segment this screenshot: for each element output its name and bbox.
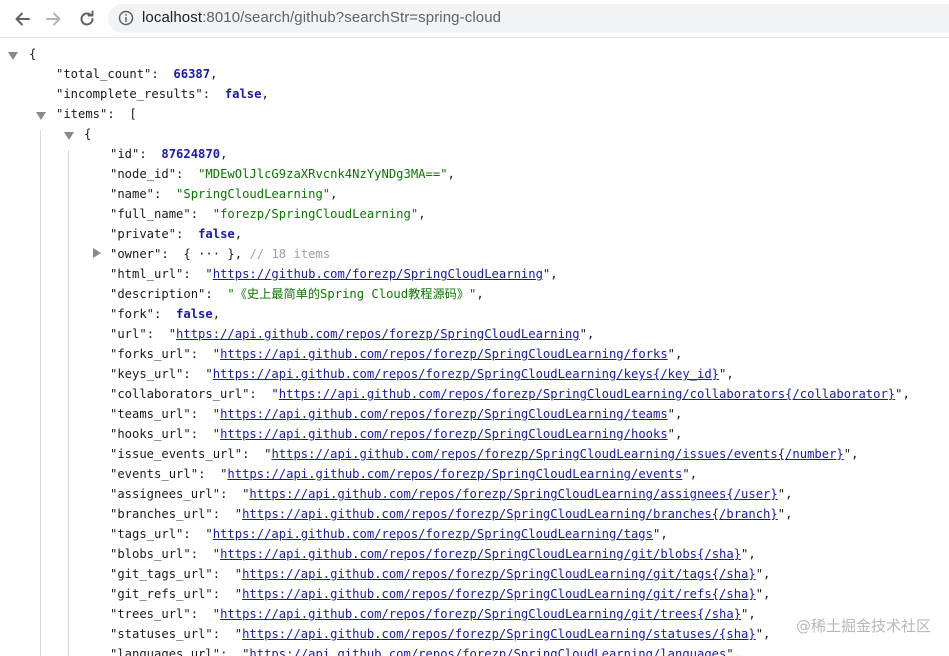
reload-icon[interactable] [76, 8, 98, 30]
forward-arrow-icon[interactable] [43, 8, 65, 30]
link[interactable]: https://api.github.com/repos/forezp/Spri… [249, 647, 726, 656]
link[interactable]: https://api.github.com/repos/forezp/Spri… [242, 627, 756, 641]
collapse-root-toggle[interactable] [8, 52, 18, 60]
value: "forezp/SpringCloudLearning" [212, 207, 419, 221]
link[interactable]: https://github.com/forezp/SpringCloudLea… [213, 267, 543, 281]
json-line-name: "name": "SpringCloudLearning", [110, 187, 338, 201]
json-line-incomplete-results: "incomplete_results": false, [56, 87, 269, 101]
link[interactable]: https://api.github.com/repos/forezp/Spri… [242, 567, 756, 581]
json-line-events-url: "events_url": "https://api.github.com/re… [110, 467, 698, 481]
address-bar[interactable]: localhost:8010/search/github?searchStr=s… [108, 4, 949, 33]
json-line-statuses-url: "statuses_url": "https://api.github.com/… [110, 627, 771, 641]
item-open-brace: { [84, 127, 92, 141]
json-line-tags-url: "tags_url": "https://api.github.com/repo… [110, 527, 668, 541]
json-line-description: "description": "《史上最简单的Spring Cloud教程源码》… [110, 287, 484, 301]
owner-collapsed[interactable]: { ··· } [183, 247, 234, 261]
link[interactable]: https://api.github.com/repos/forezp/Spri… [220, 607, 741, 621]
json-line-total-count: "total_count": 66387, [56, 67, 218, 81]
link[interactable]: https://api.github.com/repos/forezp/Spri… [271, 447, 843, 461]
json-viewer: { "total_count": 66387, "incomplete_resu… [0, 38, 949, 656]
watermark: @稀土掘金技术社区 [795, 617, 931, 635]
link[interactable]: https://api.github.com/repos/forezp/Spri… [213, 367, 719, 381]
link[interactable]: https://api.github.com/repos/forezp/Spri… [220, 427, 668, 441]
json-line-blobs-url: "blobs_url": "https://api.github.com/rep… [110, 547, 756, 561]
json-line-collaborators-url: "collaborators_url": "https://api.github… [110, 387, 910, 401]
value: false [224, 87, 262, 101]
link[interactable]: https://api.github.com/repos/forezp/Spri… [279, 387, 895, 401]
json-line-html-url: "html_url": "https://github.com/forezp/S… [110, 267, 558, 281]
link[interactable]: https://api.github.com/repos/forezp/Spri… [220, 407, 668, 421]
json-line-keys-url: "keys_url": "https://api.github.com/repo… [110, 367, 734, 381]
browser-toolbar: localhost:8010/search/github?searchStr=s… [0, 0, 949, 38]
json-line-issue-events-url: "issue_events_url": "https://api.github.… [110, 447, 859, 461]
json-line-hooks-url: "hooks_url": "https://api.github.com/rep… [110, 427, 683, 441]
link[interactable]: https://api.github.com/repos/forezp/Spri… [249, 487, 777, 501]
json-line-url: "url": "https://api.github.com/repos/for… [110, 327, 595, 341]
json-line-trees-url: "trees_url": "https://api.github.com/rep… [110, 607, 756, 621]
json-line-id: "id": 87624870, [110, 147, 228, 161]
url-path: :8010/search/github?searchStr=spring-clo… [202, 9, 502, 26]
json-line-git-tags-url: "git_tags_url": "https://api.github.com/… [110, 567, 771, 581]
json-line-teams-url: "teams_url": "https://api.github.com/rep… [110, 407, 683, 421]
link[interactable]: https://api.github.com/repos/forezp/Spri… [220, 347, 668, 361]
link[interactable]: https://api.github.com/repos/forezp/Spri… [242, 587, 756, 601]
json-line-fork: "fork": false, [110, 307, 221, 321]
link[interactable]: https://api.github.com/repos/forezp/Spri… [227, 467, 682, 481]
expand-owner-toggle[interactable] [93, 248, 101, 258]
json-line-git-refs-url: "git_refs_url": "https://api.github.com/… [110, 587, 771, 601]
link[interactable]: https://api.github.com/repos/forezp/Spri… [213, 527, 653, 541]
link[interactable]: https://api.github.com/repos/forezp/Spri… [242, 507, 778, 521]
collapse-items-toggle[interactable] [36, 112, 46, 120]
json-line-owner: "owner": { ··· }, // 18 items [110, 247, 331, 261]
link[interactable]: https://api.github.com/repos/forezp/Spri… [176, 327, 580, 341]
json-line-full-name: "full_name": "forezp/SpringCloudLearning… [110, 207, 426, 221]
info-icon[interactable] [118, 10, 134, 26]
json-line-private: "private": false, [110, 227, 243, 241]
value: 87624870 [161, 147, 221, 161]
value: 66387 [173, 67, 211, 81]
json-line-forks-url: "forks_url": "https://api.github.com/rep… [110, 347, 683, 361]
value: "MDEwOlJlcG9zaXRvcnk4NzYyNDg3MA==" [198, 167, 448, 181]
owner-comment: // 18 items [249, 247, 331, 261]
indent-guide [68, 150, 69, 656]
value: "《史上最简单的Spring Cloud教程源码》" [227, 287, 477, 301]
link[interactable]: https://api.github.com/repos/forezp/Spri… [220, 547, 741, 561]
json-line-languages-url: "languages_url": "https://api.github.com… [110, 644, 741, 656]
value: false [198, 227, 235, 241]
json-line-node-id: "node_id": "MDEwOlJlcG9zaXRvcnk4NzYyNDg3… [110, 167, 455, 181]
value: "SpringCloudLearning" [176, 187, 331, 201]
json-line-items: "items": [ [56, 107, 137, 121]
back-arrow-icon[interactable] [11, 8, 33, 30]
url-host: localhost [142, 9, 203, 26]
collapse-item-toggle[interactable] [64, 132, 74, 140]
json-line-assignees-url: "assignees_url": "https://api.github.com… [110, 487, 793, 501]
value: false [176, 307, 213, 321]
root-open-brace: { [29, 47, 37, 61]
address-url[interactable]: localhost:8010/search/github?searchStr=s… [142, 9, 501, 26]
indent-guide [40, 130, 41, 656]
json-line-branches-url: "branches_url": "https://api.github.com/… [110, 507, 793, 521]
